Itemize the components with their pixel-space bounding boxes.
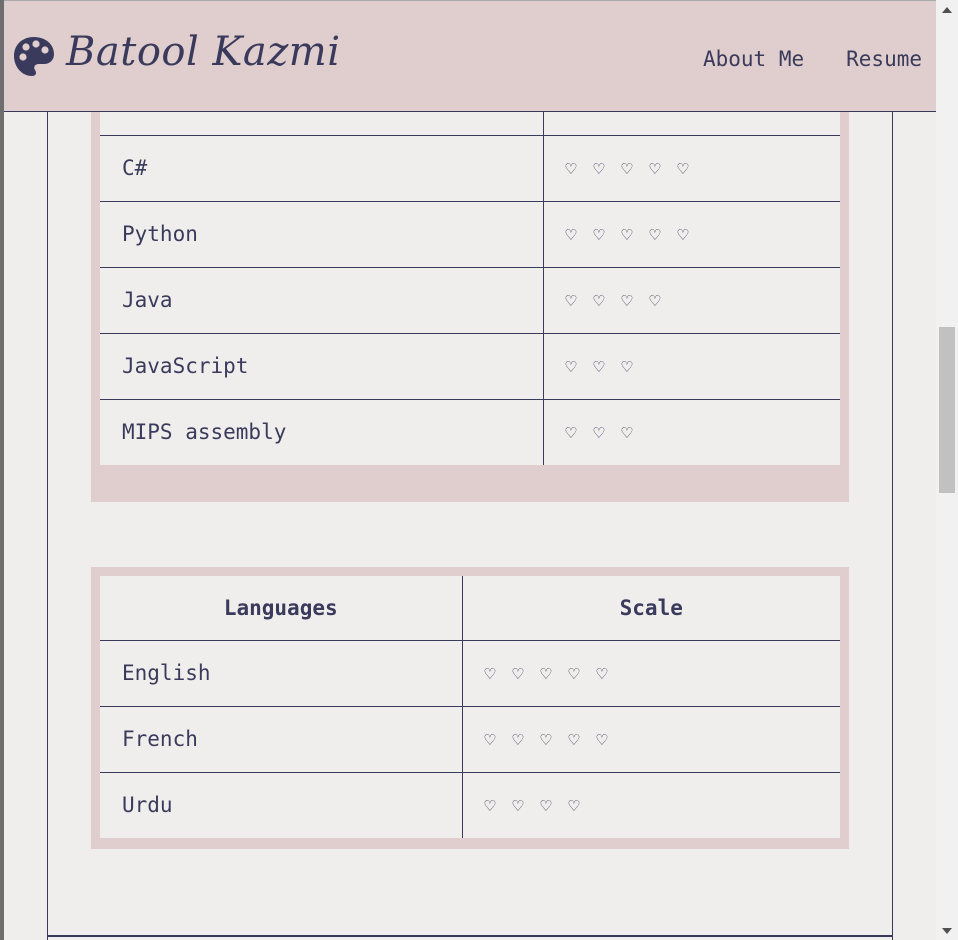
nav-link-resume[interactable]: Resume [846, 47, 922, 71]
heart-outline-icon: ♡ [596, 664, 608, 685]
rating-cell: ♡ ♡ ♡ [542, 332, 841, 400]
heart-outline-icon: ♡ [621, 423, 633, 445]
rating-cell: ♡ ♡ ♡ ♡ ♡ [461, 705, 841, 773]
scrollbar-thumb[interactable] [939, 327, 955, 493]
language-row: Urdu ♡ ♡ ♡ ♡ [99, 771, 841, 839]
heart-outline-icon: ♡ [596, 730, 608, 751]
heart-outline-icon: ♡ [484, 796, 496, 818]
main-nav: About Me Resume [703, 47, 922, 71]
content-bottom-border [47, 935, 893, 937]
heart-outline-icon: ♡ [593, 357, 605, 378]
heart-outline-icon: ♡ [649, 159, 661, 180]
heart-outline-icon: ♡ [512, 796, 524, 818]
row-label: MIPS assembly [99, 398, 544, 466]
skills-row: JavaScript ♡ ♡ ♡ [99, 332, 841, 400]
skills-row: C# ♡ ♡ ♡ ♡ ♡ [99, 134, 841, 202]
row-label: Java [99, 266, 544, 334]
vertical-scrollbar[interactable] [936, 0, 958, 940]
heart-outline-icon: ♡ [649, 225, 661, 246]
language-row: French ♡ ♡ ♡ ♡ ♡ [99, 705, 841, 773]
heart-outline-icon: ♡ [621, 225, 633, 246]
heart-outline-icon: ♡ [568, 730, 580, 751]
heart-outline-icon: ♡ [649, 291, 661, 312]
row-label: English [99, 639, 463, 707]
heart-outline-icon: ♡ [540, 796, 552, 818]
heart-outline-icon: ♡ [565, 225, 577, 246]
rating-cell: ♡ ♡ ♡ ♡ ♡ [461, 639, 841, 707]
heart-outline-icon: ♡ [593, 225, 605, 246]
heart-outline-icon: ♡ [565, 357, 577, 378]
rating-cell: ♡ ♡ ♡ ♡ ♡ [542, 200, 841, 268]
site-title[interactable]: Batool Kazmi [66, 29, 341, 75]
rating-cell: ♡ ♡ ♡ ♡ [461, 771, 841, 839]
heart-outline-icon: ♡ [512, 664, 524, 685]
column-header-languages: Languages [99, 575, 463, 641]
skills-row: Python ♡ ♡ ♡ ♡ ♡ [99, 200, 841, 268]
heart-outline-icon: ♡ [540, 730, 552, 751]
column-header-scale: Scale [461, 575, 841, 641]
heart-outline-icon: ♡ [593, 159, 605, 180]
skills-table: CSS♡♡♡♡♡C#♡♡♡♡♡Python♡♡♡♡♡Java♡♡♡♡JavaSc… [99, 68, 841, 466]
heart-outline-icon: ♡ [621, 159, 633, 180]
rating-cell: ♡ ♡ ♡ [542, 398, 841, 466]
scroll-up-arrow-icon[interactable] [942, 7, 952, 13]
row-label: JavaScript [99, 332, 544, 400]
row-label: Urdu [99, 771, 463, 839]
heart-outline-icon: ♡ [512, 730, 524, 751]
heart-outline-icon: ♡ [484, 664, 496, 685]
skills-row: Java ♡ ♡ ♡ ♡ [99, 266, 841, 334]
heart-outline-icon: ♡ [565, 423, 577, 445]
page: CSS♡♡♡♡♡C#♡♡♡♡♡Python♡♡♡♡♡Java♡♡♡♡JavaSc… [4, 0, 936, 940]
heart-outline-icon: ♡ [568, 664, 580, 685]
language-row: English ♡ ♡ ♡ ♡ ♡ [99, 639, 841, 707]
palette-icon[interactable] [12, 35, 56, 79]
row-label: Python [99, 200, 544, 268]
site-header: Batool Kazmi About Me Resume [4, 0, 936, 112]
heart-outline-icon: ♡ [568, 796, 580, 818]
scroll-down-arrow-icon[interactable] [942, 928, 952, 934]
heart-outline-icon: ♡ [621, 357, 633, 378]
languages-header-row: Languages Scale [99, 575, 841, 641]
rating-cell: ♡ ♡ ♡ ♡ ♡ [542, 134, 841, 202]
row-label: French [99, 705, 463, 773]
heart-outline-icon: ♡ [565, 291, 577, 312]
skills-table-frame: CSS♡♡♡♡♡C#♡♡♡♡♡Python♡♡♡♡♡Java♡♡♡♡JavaSc… [91, 60, 849, 502]
heart-outline-icon: ♡ [565, 159, 577, 180]
languages-table-frame: Languages Scale English ♡ ♡ ♡ ♡ ♡ French ♡ ♡ ♡ ♡ ♡ U… [91, 567, 849, 849]
nav-link-about-me[interactable]: About Me [703, 47, 804, 71]
heart-outline-icon: ♡ [677, 159, 689, 180]
skills-row: MIPS assembly ♡ ♡ ♡ [99, 398, 841, 466]
heart-outline-icon: ♡ [621, 291, 633, 312]
heart-outline-icon: ♡ [540, 664, 552, 685]
languages-table: Languages Scale English ♡ ♡ ♡ ♡ ♡ French ♡ ♡ ♡ ♡ ♡ U… [99, 575, 841, 839]
heart-outline-icon: ♡ [593, 291, 605, 312]
rating-cell: ♡ ♡ ♡ ♡ [542, 266, 841, 334]
heart-outline-icon: ♡ [593, 423, 605, 445]
row-label: C# [99, 134, 544, 202]
heart-outline-icon: ♡ [677, 225, 689, 246]
heart-outline-icon: ♡ [484, 730, 496, 751]
